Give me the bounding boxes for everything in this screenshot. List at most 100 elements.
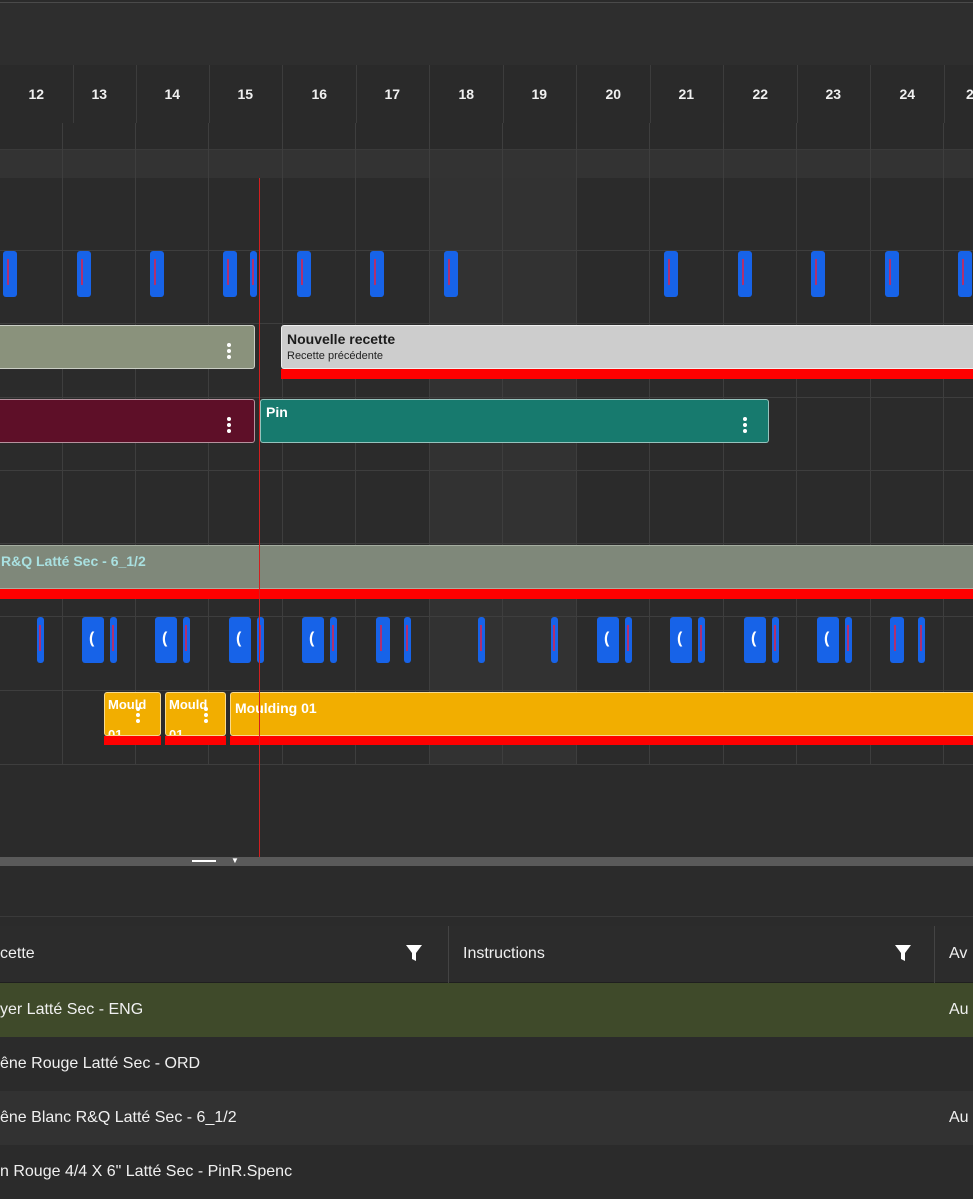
- schedule-marker[interactable]: [845, 617, 852, 663]
- cell-avec: Au: [949, 1001, 969, 1018]
- more-options-icon[interactable]: [227, 343, 231, 361]
- panel-splitter[interactable]: [0, 857, 973, 866]
- schedule-marker[interactable]: (: [670, 617, 692, 663]
- more-options-icon[interactable]: [743, 417, 747, 435]
- more-options-icon[interactable]: [204, 707, 208, 725]
- schedule-marker[interactable]: [738, 251, 752, 297]
- hour-label: 14: [136, 65, 210, 123]
- schedule-marker[interactable]: [890, 617, 904, 663]
- grid-line: [62, 123, 63, 765]
- splitter-grip-icon[interactable]: [192, 860, 216, 862]
- grid-line: [576, 123, 577, 765]
- schedule-marker[interactable]: [330, 617, 337, 663]
- bar-title: Mould: [108, 697, 147, 712]
- caret-down-icon[interactable]: ▼: [231, 857, 239, 865]
- schedule-marker[interactable]: [811, 251, 825, 297]
- recipe-bar-maroon[interactable]: [0, 399, 255, 443]
- schedule-marker[interactable]: [77, 251, 91, 297]
- moulding-bar-small[interactable]: Mould 01: [104, 692, 161, 736]
- table-row[interactable]: n Rouge 4/4 X 6" Latté Sec - PinR.Spenc: [0, 1145, 973, 1199]
- table-row[interactable]: yer Latté Sec - ENG Au: [0, 983, 973, 1037]
- gantt-chart: 12 13 14 15 16 17 18 19 20 21 22 23 24 2: [0, 0, 973, 860]
- cell-recette: êne Rouge Latté Sec - ORD: [0, 1055, 201, 1072]
- schedule-marker[interactable]: [444, 251, 458, 297]
- schedule-marker[interactable]: [885, 251, 899, 297]
- hour-label: 2: [944, 65, 973, 123]
- schedule-marker[interactable]: (: [817, 617, 839, 663]
- hour-label: 24: [871, 65, 945, 123]
- filter-icon[interactable]: [405, 943, 423, 963]
- schedule-marker[interactable]: (: [229, 617, 251, 663]
- table-row[interactable]: êne Rouge Latté Sec - ORD: [0, 1037, 973, 1091]
- column-header-avec[interactable]: Av: [949, 926, 973, 982]
- cell-instructions: [463, 1145, 923, 1199]
- bar-title: Mould: [169, 697, 208, 712]
- schedule-marker[interactable]: [958, 251, 972, 297]
- moulding-bar-small[interactable]: Mould 01: [165, 692, 226, 736]
- bar-subtitle: Recette précédente: [287, 350, 384, 362]
- grid-line: [649, 123, 650, 765]
- nouvelle-recette-bar[interactable]: Nouvelle recette Recette précédente: [281, 325, 973, 369]
- schedule-marker[interactable]: [664, 251, 678, 297]
- schedule-marker[interactable]: (: [155, 617, 177, 663]
- delay-indicator: [281, 369, 973, 379]
- grid-line: [723, 123, 724, 765]
- schedule-marker[interactable]: [183, 617, 190, 663]
- schedule-marker[interactable]: [625, 617, 632, 663]
- schedule-marker[interactable]: [297, 251, 311, 297]
- schedule-marker[interactable]: (: [744, 617, 766, 663]
- column-header-instructions[interactable]: Instructions: [463, 926, 903, 982]
- grid-line: [429, 123, 430, 765]
- schedule-marker[interactable]: [110, 617, 117, 663]
- more-options-icon[interactable]: [136, 707, 140, 725]
- grid-line: [0, 690, 973, 691]
- schedule-marker[interactable]: [3, 251, 17, 297]
- bar-title: Nouvelle recette: [287, 331, 396, 347]
- grid-line: [0, 470, 973, 471]
- schedule-marker[interactable]: (: [82, 617, 104, 663]
- bar-title: Pin: [266, 404, 288, 420]
- hour-label: 21: [650, 65, 724, 123]
- hour-label: 23: [797, 65, 871, 123]
- grid-line: [0, 764, 973, 765]
- delay-indicator: [165, 736, 226, 745]
- cell-instructions: [463, 1091, 923, 1145]
- hour-label: 19: [503, 65, 577, 123]
- bar-title-line2: 01: [108, 727, 123, 736]
- schedule-marker[interactable]: [37, 617, 44, 663]
- grid-line: [502, 123, 503, 765]
- recipe-bar[interactable]: [0, 325, 255, 369]
- cell-avec: [949, 1145, 973, 1199]
- more-options-icon[interactable]: [227, 417, 231, 435]
- cell-instructions: [463, 983, 923, 1037]
- schedule-marker[interactable]: [918, 617, 925, 663]
- column-header-recette[interactable]: cette: [0, 926, 440, 982]
- schedule-marker[interactable]: [150, 251, 164, 297]
- schedule-marker[interactable]: [223, 251, 237, 297]
- delay-indicator: [230, 736, 973, 745]
- moulding-01-bar[interactable]: Moulding 01: [230, 692, 973, 736]
- schedule-marker[interactable]: [698, 617, 705, 663]
- schedule-marker[interactable]: [376, 617, 390, 663]
- timeline-subheader: [0, 123, 973, 150]
- schedule-marker[interactable]: (: [597, 617, 619, 663]
- schedule-marker[interactable]: [250, 251, 257, 297]
- schedule-marker[interactable]: [551, 617, 558, 663]
- cell-recette: yer Latté Sec - ENG: [0, 1001, 144, 1018]
- schedule-marker[interactable]: [772, 617, 779, 663]
- table-row[interactable]: êne Blanc R&Q Latté Sec - 6_1/2 Au: [0, 1091, 973, 1145]
- grid-line: [796, 123, 797, 765]
- grid-line: [0, 250, 973, 251]
- grid-line: [943, 123, 944, 765]
- pin-bar[interactable]: Pin: [260, 399, 769, 443]
- schedule-marker[interactable]: [478, 617, 485, 663]
- filter-icon[interactable]: [894, 943, 912, 963]
- grid-line: [0, 397, 973, 398]
- hour-label: 17: [356, 65, 430, 123]
- schedule-marker[interactable]: (: [302, 617, 324, 663]
- rq-latte-sec-bar[interactable]: R&Q Latté Sec - 6_1/2: [0, 545, 973, 589]
- schedule-marker[interactable]: [370, 251, 384, 297]
- cell-recette: êne Blanc R&Q Latté Sec - 6_1/2: [0, 1109, 237, 1126]
- schedule-marker[interactable]: [404, 617, 411, 663]
- grid-line: [0, 323, 973, 324]
